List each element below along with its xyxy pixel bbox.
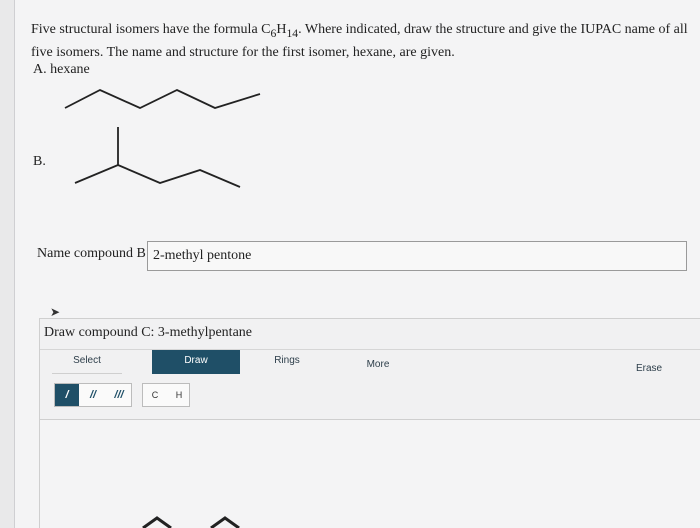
hexane-structure: [64, 89, 261, 109]
canvas-structure-fragment: [142, 516, 240, 528]
more-tab[interactable]: More: [343, 354, 413, 378]
part-a-label: A. hexane: [33, 62, 90, 77]
carbon-atom-button[interactable]: C: [144, 384, 166, 406]
formula-h: H: [276, 22, 287, 37]
rings-tab[interactable]: Rings: [252, 350, 322, 374]
double-bond-button[interactable]: //: [81, 384, 105, 406]
triple-bond-button[interactable]: ///: [107, 384, 131, 406]
draw-compound-c-panel: Draw compound C: 3-methylpentane Select …: [39, 318, 700, 420]
hydrogen-atom-button[interactable]: H: [168, 384, 190, 406]
compound-b-structure: [74, 127, 241, 188]
question-text-start: Five structural isomers have the formula…: [31, 22, 271, 37]
formula-subscript-14: 14: [286, 26, 299, 40]
name-compound-b-label: Name compound B: [37, 246, 146, 261]
atom-tools: C H: [142, 383, 190, 407]
question-text: Five structural isomers have the formula…: [31, 20, 691, 62]
select-tab[interactable]: Select: [52, 350, 122, 374]
part-b-label: B.: [33, 154, 46, 169]
draw-tab[interactable]: Draw: [152, 350, 240, 374]
erase-tab[interactable]: Erase: [614, 358, 684, 382]
question-page: Five structural isomers have the formula…: [14, 0, 700, 528]
draw-compound-c-title: Draw compound C: 3-methylpentane: [44, 325, 253, 340]
compound-b-name-input[interactable]: [147, 241, 687, 271]
bond-tools: / // ///: [54, 383, 132, 407]
single-bond-button[interactable]: /: [55, 384, 79, 406]
toolbar-divider: [40, 349, 700, 350]
drawing-canvas-edge: [39, 420, 40, 528]
